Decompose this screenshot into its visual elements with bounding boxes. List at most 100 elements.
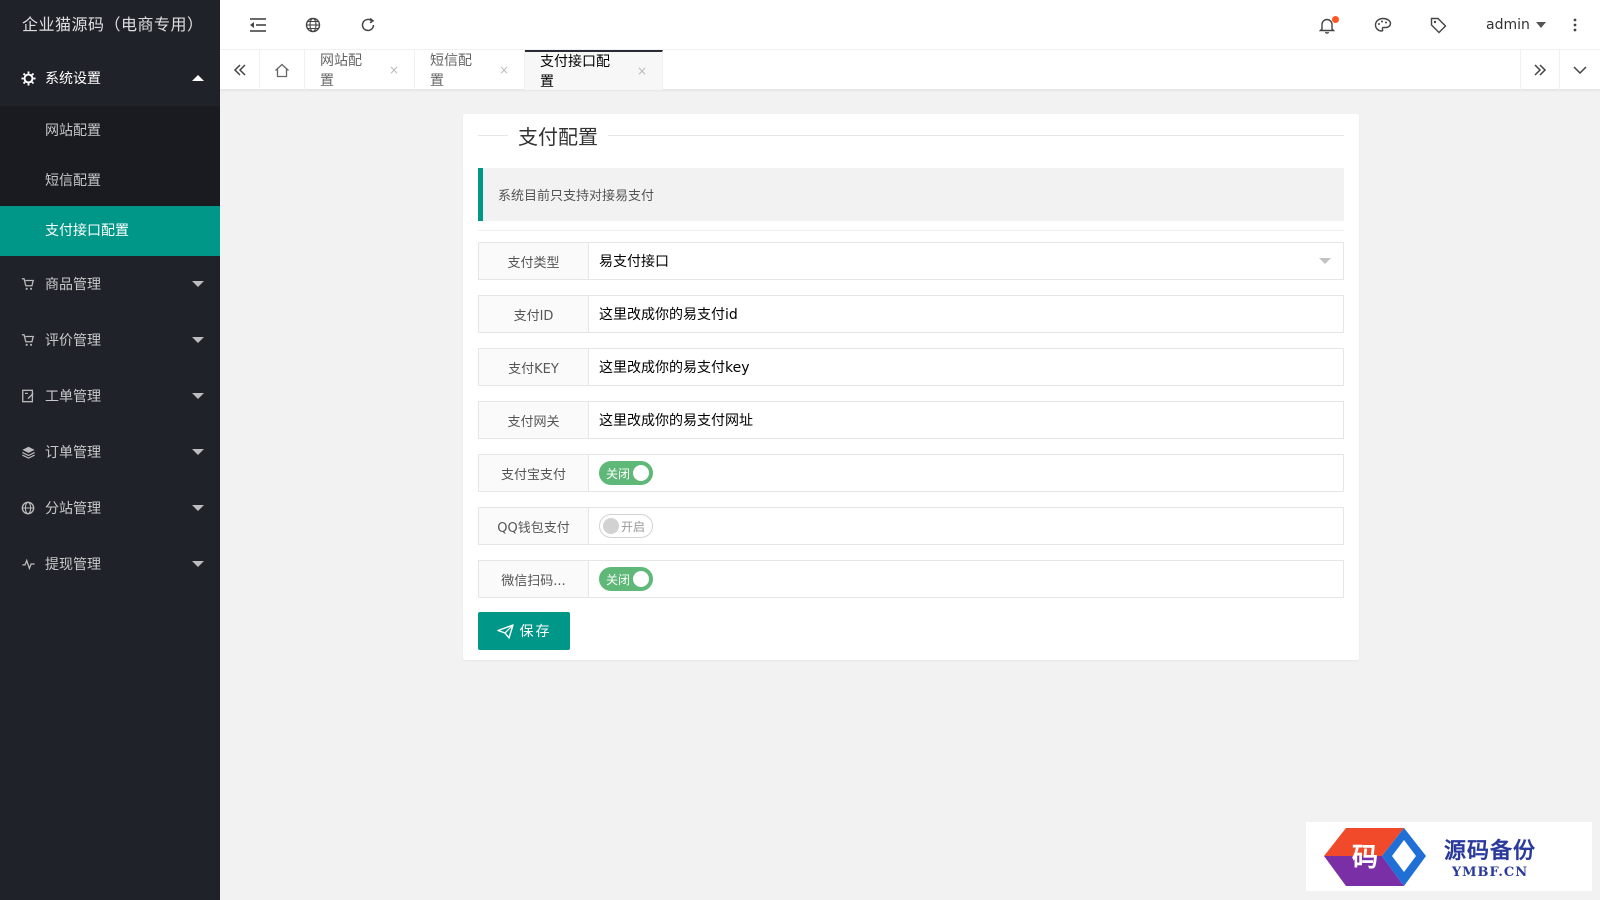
sidebar-group-label: 系统设置 [45,71,101,87]
pulse-icon [20,556,36,572]
payment-type-select[interactable]: 易支付接口 [589,243,1343,279]
payment-config-card: 支付配置 系统目前只支持对接易支付 支付类型 易支付接口 支付ID 这里改成你的… [463,114,1359,660]
watermark-logo: 码 源码备份 YMBF.CN [1306,822,1592,891]
tabs-dropdown-icon[interactable] [1560,50,1600,90]
field-label: 支付宝支付 [479,455,589,491]
payment-id-input[interactable]: 这里改成你的易支付id [589,296,1343,332]
switch-text: 开启 [621,519,646,534]
field-label: 微信扫码... [479,561,589,597]
tabs-scroll-left-icon[interactable] [220,50,260,90]
cart-icon [20,332,36,348]
payment-key-input[interactable]: 这里改成你的易支付key [589,349,1343,385]
close-icon[interactable]: × [499,63,509,77]
divider [608,134,1344,136]
sidebar-item-sms-config[interactable]: 短信配置 [0,156,220,206]
divider [478,230,1344,231]
tab-label: 支付接口配置 [540,54,610,90]
tag-icon[interactable] [1413,0,1463,50]
caret-down-icon [192,281,204,287]
tabs-scroll-right-icon[interactable] [1520,50,1560,90]
chevron-down-icon [1319,258,1331,264]
form-row-payment-key: 支付KEY 这里改成你的易支付key [478,348,1344,386]
menu-toggle-icon[interactable] [233,0,283,50]
select-value: 易支付接口 [599,254,669,270]
sidebar-group-system-settings[interactable]: 系统设置 [0,50,220,106]
sidebar-group-reviews[interactable]: 评价管理 [0,312,220,368]
tab-payment-config[interactable]: 支付接口配置 × [525,50,663,90]
watermark-glyph: 码 [1352,843,1378,873]
close-icon[interactable]: × [637,64,647,78]
watermark-text: 源码备份 YMBF.CN [1444,833,1536,880]
bell-icon[interactable] [1302,0,1352,50]
close-icon[interactable]: × [389,63,399,77]
notification-dot [1332,16,1339,23]
caret-down-icon [192,393,204,399]
form-row-payment-gateway: 支付网关 这里改成你的易支付网址 [478,401,1344,439]
caret-up-icon [192,75,204,81]
sidebar-group-orders[interactable]: 订单管理 [0,424,220,480]
save-button[interactable]: 保存 [478,612,570,650]
field-label: QQ钱包支付 [479,508,589,544]
caret-down-icon [192,561,204,567]
watermark-emblem-icon: 码 [1324,827,1426,886]
sidebar-item-payment-config[interactable]: 支付接口配置 [0,206,220,256]
notice-banner: 系统目前只支持对接易支付 [478,168,1344,221]
form-row-payment-type: 支付类型 易支付接口 [478,242,1344,280]
wechat-scan-toggle[interactable]: 关闭 [599,567,653,591]
tab-bar: 网站配置 × 短信配置 × 支付接口配置 × [220,50,1600,90]
username: admin [1486,17,1530,33]
home-tab-icon[interactable] [260,50,305,90]
sidebar-group-label: 提现管理 [45,557,101,573]
form-row-payment-id: 支付ID 这里改成你的易支付id [478,295,1344,333]
qq-wallet-toggle[interactable]: 开启 [599,514,653,538]
switch-knob [633,465,649,481]
card-header: 支付配置 [478,114,1344,156]
form-row-alipay: 支付宝支付 关闭 [478,454,1344,492]
save-label: 保存 [519,624,552,640]
watermark-en: YMBF.CN [1451,865,1529,880]
field-label: 支付ID [479,296,589,332]
sidebar-group-label: 工单管理 [45,389,101,405]
caret-down-icon [192,449,204,455]
sidebar-group-withdrawals[interactable]: 提现管理 [0,536,220,592]
caret-down-icon [192,337,204,343]
sidebar-item-website-config[interactable]: 网站配置 [0,106,220,156]
app-title: 企业猫源码（电商专用） [22,15,204,34]
sidebar-group-label: 商品管理 [45,277,101,293]
form-row-qq-wallet: QQ钱包支付 开启 [478,507,1344,545]
switch-knob [633,571,649,587]
tab-label: 短信配置 [430,53,472,89]
ticket-icon [20,388,36,404]
sidebar-group-label: 评价管理 [45,333,101,349]
caret-down-icon [1535,22,1546,28]
tab-sms-config[interactable]: 短信配置 × [415,50,525,90]
refresh-icon[interactable] [343,0,393,50]
field-label: 支付类型 [479,243,589,279]
globe-icon [20,500,36,516]
sidebar-group-tickets[interactable]: 工单管理 [0,368,220,424]
top-header: admin [220,0,1600,50]
alipay-toggle[interactable]: 关闭 [599,461,653,485]
switch-text: 关闭 [606,466,631,481]
caret-down-icon [192,505,204,511]
sidebar-group-label: 分站管理 [45,501,101,517]
user-menu[interactable]: admin [1486,0,1546,50]
payment-gateway-input[interactable]: 这里改成你的易支付网址 [589,402,1343,438]
sidebar-group-substations[interactable]: 分站管理 [0,480,220,536]
sidebar-submenu: 网站配置 短信配置 支付接口配置 [0,106,220,256]
sidebar-group-products[interactable]: 商品管理 [0,256,220,312]
globe-icon[interactable] [288,0,338,50]
switch-text: 关闭 [606,572,631,587]
layers-icon [20,444,36,460]
sidebar-group-label: 订单管理 [45,445,101,461]
cart-icon [20,276,36,292]
switch-knob [603,518,619,534]
field-label: 支付KEY [479,349,589,385]
watermark-cn: 源码备份 [1444,838,1537,864]
tab-website-config[interactable]: 网站配置 × [305,50,415,90]
gear-icon [20,70,36,86]
switch-cell: 关闭 [589,561,1343,597]
more-vertical-icon[interactable] [1550,0,1600,50]
tab-label: 网站配置 [320,53,362,89]
palette-icon[interactable] [1358,0,1408,50]
